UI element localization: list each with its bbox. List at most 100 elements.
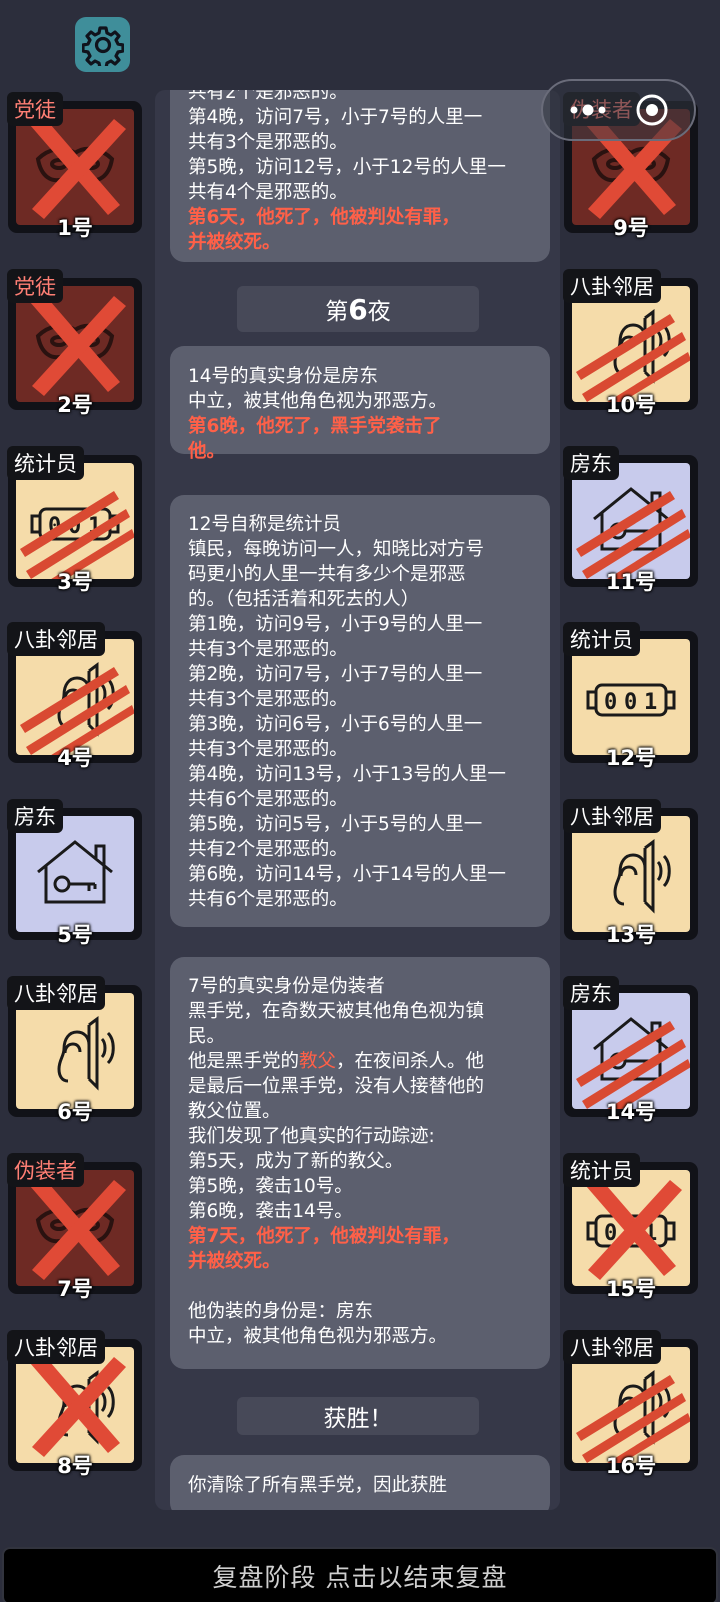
house-key-icon (576, 1017, 690, 1109)
log-line: 14号的真实身份是房东 (188, 366, 379, 387)
log-line: 第6晚，袭击14号。 (188, 1201, 353, 1222)
role-label: 房东 (563, 976, 619, 1010)
role-label: 党徒 (7, 269, 63, 303)
log-line: 中立，被其他角色视为邪恶方。 (188, 1326, 448, 1347)
player-portrait (16, 1347, 134, 1463)
log-line: 我们发现了他真实的行动踪迹: (188, 1126, 435, 1147)
log-line: 中立，被其他角色视为邪恶方。 (188, 391, 448, 412)
player-portrait (16, 1170, 134, 1286)
seat-number: 12号 (605, 746, 657, 770)
seat-number: 6号 (57, 1100, 93, 1124)
role-label: 伪装者 (7, 1153, 84, 1187)
seat-number: 5号 (57, 923, 93, 947)
player-portrait (16, 109, 134, 225)
log-line: 第5晚，访问12号，小于12号的人里一 (188, 157, 506, 178)
player-portrait (16, 286, 134, 402)
death-line: 第7天，他死了，他被判处有罪， (188, 1226, 460, 1247)
player-card[interactable]: 八卦邻居 16号 (563, 1330, 698, 1478)
ear-icon (576, 1370, 690, 1463)
victory-label: 获胜！ (237, 1397, 479, 1435)
player-card[interactable]: 伪装者 7号 (7, 1153, 142, 1301)
player-card[interactable]: 八卦邻居 8号 (7, 1330, 142, 1478)
player-card[interactable]: 八卦邻居 13号 (563, 799, 698, 947)
game-log-panel[interactable]: 共有2个是邪恶的。 第4晚，访问7号，小于7号的人里一 共有3个是邪恶的。 第5… (155, 90, 560, 1510)
death-line: 并被绞死。 (188, 232, 281, 253)
seat-number: 3号 (57, 570, 93, 594)
role-label: 房东 (563, 446, 619, 480)
log-text: ，在夜间杀人。他 (336, 1051, 485, 1072)
log-line: 的。（包括活着和死去的人） (188, 589, 420, 610)
seat-number: 16号 (605, 1454, 657, 1478)
seat-number: 7号 (57, 1277, 93, 1301)
night-number: 6 (348, 292, 368, 326)
player-card[interactable]: 001统计员 15号 (563, 1153, 698, 1301)
role-label: 党徒 (7, 92, 63, 126)
ear-icon (57, 1016, 115, 1091)
log-line: 第4晚，访问13号，小于13号的人里一 (188, 764, 506, 785)
log-bubble: 7号的真实身份是伪装者 黑手党，在奇数天被其他角色视为镇 民。 他是黑手党的教父… (170, 957, 550, 1369)
svg-text:0: 0 (604, 690, 617, 715)
player-card[interactable]: 0 0 1 统计员 12号 (563, 622, 698, 770)
seat-number: 8号 (57, 1454, 93, 1478)
log-line: 教父位置。 (188, 1101, 281, 1122)
seat-number: 2号 (57, 393, 93, 417)
more-dots-icon[interactable] (568, 103, 612, 117)
log-line: 第2晚，访问7号，小于7号的人里一 (188, 664, 483, 685)
player-card[interactable]: 党徒 2号 (7, 269, 142, 417)
victory-bubble: 你清除了所有黑手党，因此获胜 (170, 1455, 550, 1510)
log-line: 共有2个是邪恶的。 (188, 90, 348, 103)
role-label: 房东 (7, 799, 63, 833)
log-line: 码更小的人里一共有多少个是邪恶 (188, 564, 466, 585)
role-label: 八卦邻居 (7, 976, 105, 1010)
role-label: 统计员 (563, 1153, 640, 1187)
death-line: 第6天，他死了，他被判处有罪， (188, 207, 460, 228)
log-line: 共有6个是邪恶的。 (188, 789, 348, 810)
log-bubble: 14号的真实身份是房东 中立，被其他角色视为邪恶方。 第6晚，他死了，黑手党袭击… (170, 346, 550, 462)
player-portrait (16, 639, 134, 755)
house-key-icon (37, 840, 113, 904)
target-icon[interactable] (635, 93, 669, 127)
seat-number: 4号 (57, 746, 93, 770)
counter-icon: 001 (586, 1178, 682, 1280)
death-line: 第6晚，他死了，黑手党袭击了 (188, 416, 442, 437)
player-portrait (572, 993, 690, 1109)
player-card[interactable]: 房东 14号 (563, 976, 698, 1124)
role-label: 八卦邻居 (7, 622, 105, 656)
svg-text:1: 1 (644, 690, 657, 715)
ear-icon (576, 309, 690, 402)
log-line: 第5晚，访问5号，小于5号的人里一 (188, 814, 483, 835)
log-line: 第5天，成为了新的教父。 (188, 1151, 404, 1172)
log-bubble: 共有2个是邪恶的。 第4晚，访问7号，小于7号的人里一 共有3个是邪恶的。 第5… (170, 90, 550, 262)
role-label: 八卦邻居 (563, 1330, 661, 1364)
mask-icon (30, 294, 126, 396)
log-line: 共有2个是邪恶的。 (188, 839, 348, 860)
end-review-button[interactable]: 复盘阶段 点击以结束复盘 (2, 1547, 718, 1602)
log-line: 第3晚，访问6号，小于6号的人里一 (188, 714, 483, 735)
player-card[interactable]: 党徒 1号 (7, 92, 142, 240)
seat-number: 11号 (605, 570, 657, 594)
log-line: 共有3个是邪恶的。 (188, 639, 348, 660)
log-line: 共有4个是邪恶的。 (188, 182, 348, 203)
seat-number: 13号 (605, 923, 657, 947)
player-portrait: 001 (16, 463, 134, 579)
player-card[interactable]: 房东 5号 (7, 799, 142, 947)
player-portrait: 001 (572, 1170, 690, 1286)
player-card[interactable]: 八卦邻居 4号 (7, 622, 142, 770)
settings-button[interactable] (75, 17, 130, 72)
ear-icon (20, 662, 134, 755)
log-line: 镇民，每晚访问一人，知晓比对方号 (188, 539, 485, 560)
log-line: 黑手党，在奇数天被其他角色视为镇 (188, 1001, 485, 1022)
player-card[interactable]: 0 0 1 统计员 3号 (7, 446, 142, 594)
player-card[interactable]: 八卦邻居 10号 (563, 269, 698, 417)
player-portrait (16, 816, 134, 932)
log-line: 他伪装的身份是：房东 (188, 1301, 374, 1322)
log-line: 共有3个是邪恶的。 (188, 739, 348, 760)
log-line: 第5晚，袭击10号。 (188, 1176, 353, 1197)
log-line: 民。 (188, 1026, 226, 1047)
night-suffix: 夜 (367, 299, 391, 325)
player-portrait (16, 993, 134, 1109)
player-portrait (572, 1347, 690, 1463)
log-line: 7号的真实身份是伪装者 (188, 976, 385, 997)
player-card[interactable]: 八卦邻居 6号 (7, 976, 142, 1124)
player-card[interactable]: 房东 11号 (563, 446, 698, 594)
